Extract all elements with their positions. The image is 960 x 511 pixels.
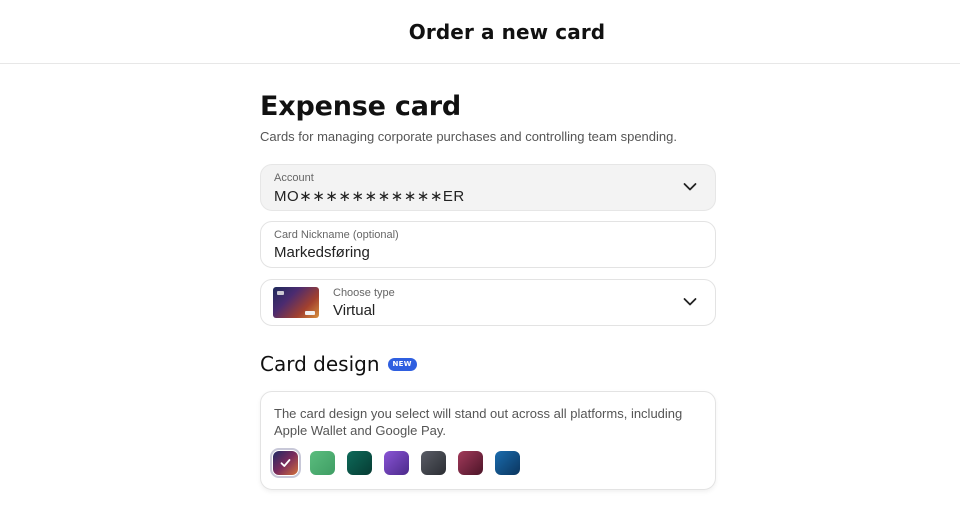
card-design-title: Card design [260,352,380,376]
account-label: Account [274,172,314,184]
design-swatch-sunset[interactable] [270,448,301,478]
design-swatch-list [270,448,520,478]
card-nickname-field[interactable]: Card Nickname (optional) Markedsføring [260,221,716,268]
card-nickname-input[interactable]: Markedsføring [274,244,370,261]
card-preview-thumbnail [273,287,319,318]
design-swatch-wine[interactable] [458,451,483,475]
account-value: MO∗∗∗∗∗∗∗∗∗∗∗ER [274,188,465,205]
card-type-value: Virtual [333,302,376,319]
order-card-form: Expense card Cards for managing corporat… [260,90,716,490]
card-design-heading: Card design NEW [260,352,417,376]
design-swatch-teal[interactable] [347,451,372,475]
card-design-description: The card design you select will stand ou… [274,406,683,438]
card-type-select[interactable]: Choose type Virtual [260,279,716,326]
account-select[interactable]: Account MO∗∗∗∗∗∗∗∗∗∗∗ER [260,164,716,211]
card-design-panel: The card design you select will stand ou… [260,391,716,490]
chevron-down-icon [683,297,697,307]
checkmark-icon [280,459,291,467]
design-swatch-ocean[interactable] [495,451,520,475]
design-swatch-purple[interactable] [384,451,409,475]
new-badge: NEW [387,357,417,371]
page-subtitle: Cards for managing corporate purchases a… [260,129,677,144]
design-swatch-green[interactable] [310,451,335,475]
header-title: Order a new card [408,19,606,44]
card-type-label: Choose type [333,287,395,299]
card-chip-icon [277,291,284,295]
card-logo-icon [305,311,315,315]
card-nickname-label: Card Nickname (optional) [274,229,399,241]
header-bar: Order a new card [0,0,960,64]
design-swatch-graphite[interactable] [421,451,446,475]
page-title: Expense card [260,91,461,122]
chevron-down-icon [683,182,697,192]
